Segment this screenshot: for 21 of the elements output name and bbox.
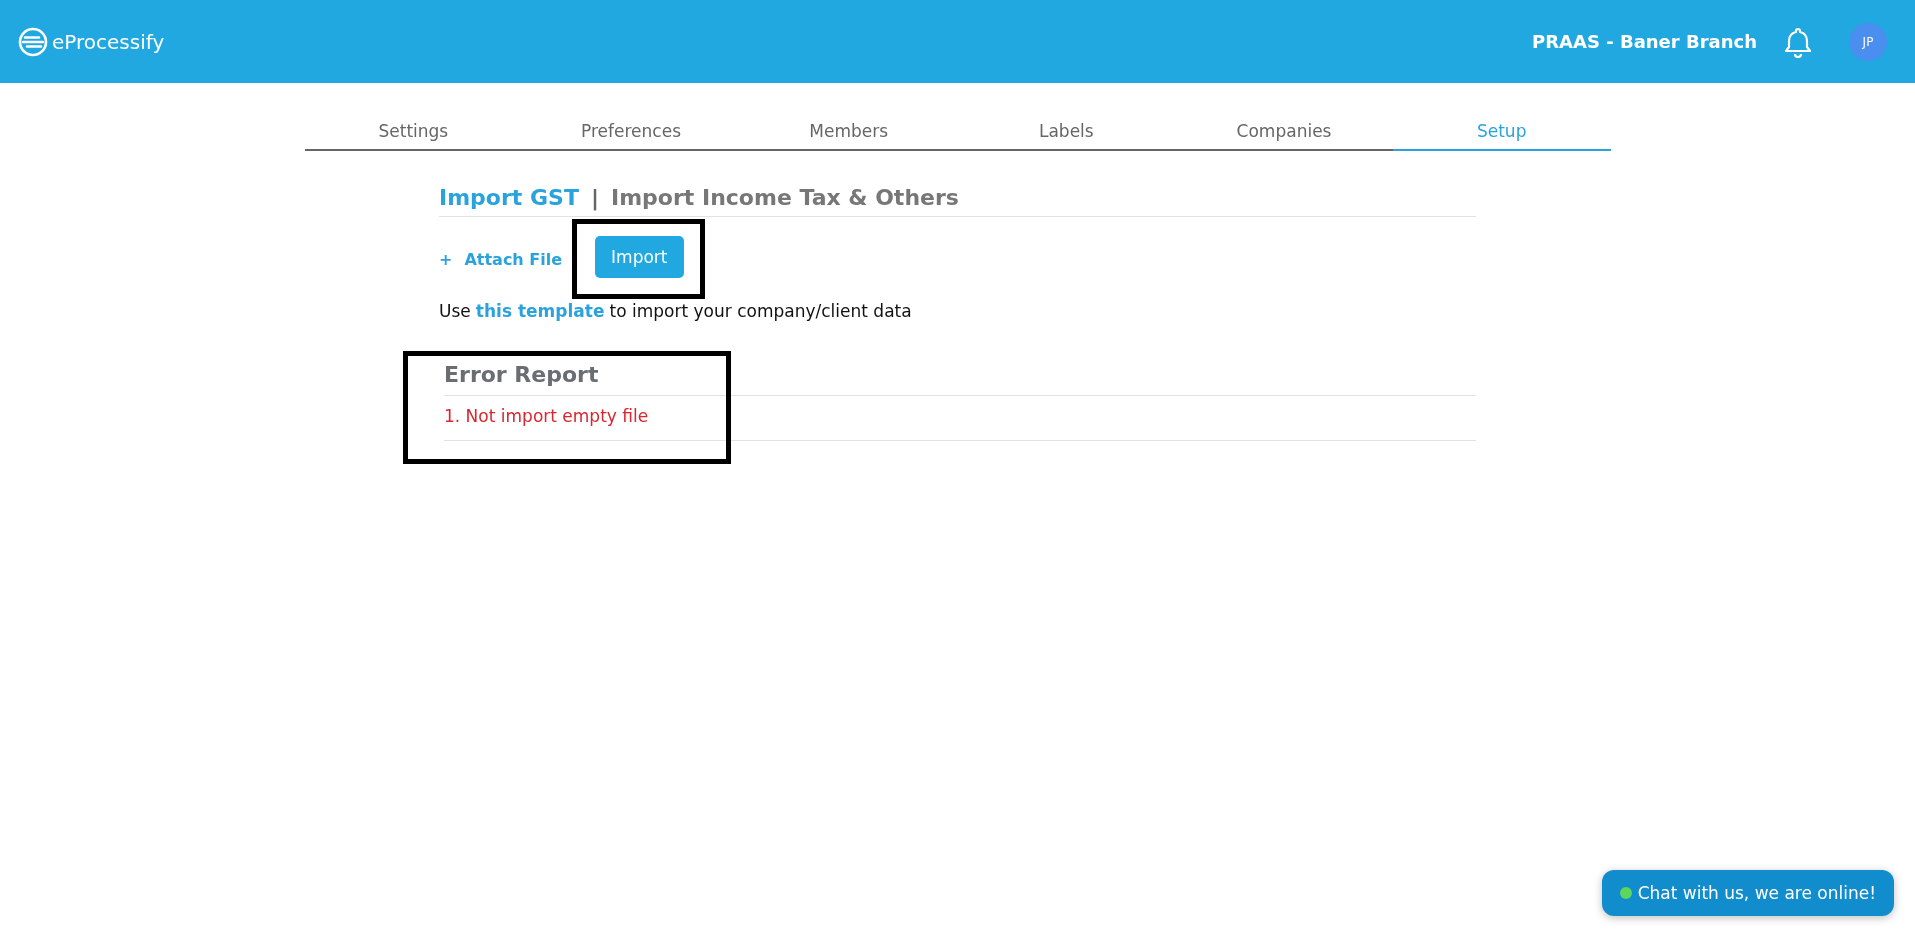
template-note: Use this template to import your company/client data <box>439 301 913 321</box>
brand-name[interactable]: eProcessify <box>52 29 165 54</box>
attach-file-link[interactable]: + Attach File <box>439 249 563 269</box>
branch-name[interactable]: PRAAS - Baner Branch <box>1532 31 1757 52</box>
nav-tab[interactable]: Members <box>739 117 958 151</box>
nav-tab[interactable]: Companies <box>1175 117 1393 151</box>
logo-icon <box>18 26 48 57</box>
import-button[interactable]: Import <box>595 236 684 278</box>
error-message: 1. Not import empty file <box>444 406 650 426</box>
separator-text: | <box>590 185 599 210</box>
nav-tab[interactable]: Preferences <box>522 117 740 151</box>
user-avatar[interactable]: JP <box>1849 22 1887 61</box>
nav-tab[interactable]: Settings <box>304 117 523 151</box>
chat-button[interactable]: Chat with us, we are online! <box>1601 870 1894 916</box>
nav-tab[interactable]: Setup <box>1392 117 1611 151</box>
error-report-title: Error Report <box>444 362 1476 396</box>
import-tab[interactable]: Import GST <box>439 185 579 210</box>
bell-icon[interactable] <box>1783 25 1813 58</box>
template-link[interactable]: this template <box>475 301 605 321</box>
nav-tab[interactable]: Labels <box>957 117 1176 151</box>
import-tab[interactable]: Import Income Tax & Others <box>610 185 959 210</box>
